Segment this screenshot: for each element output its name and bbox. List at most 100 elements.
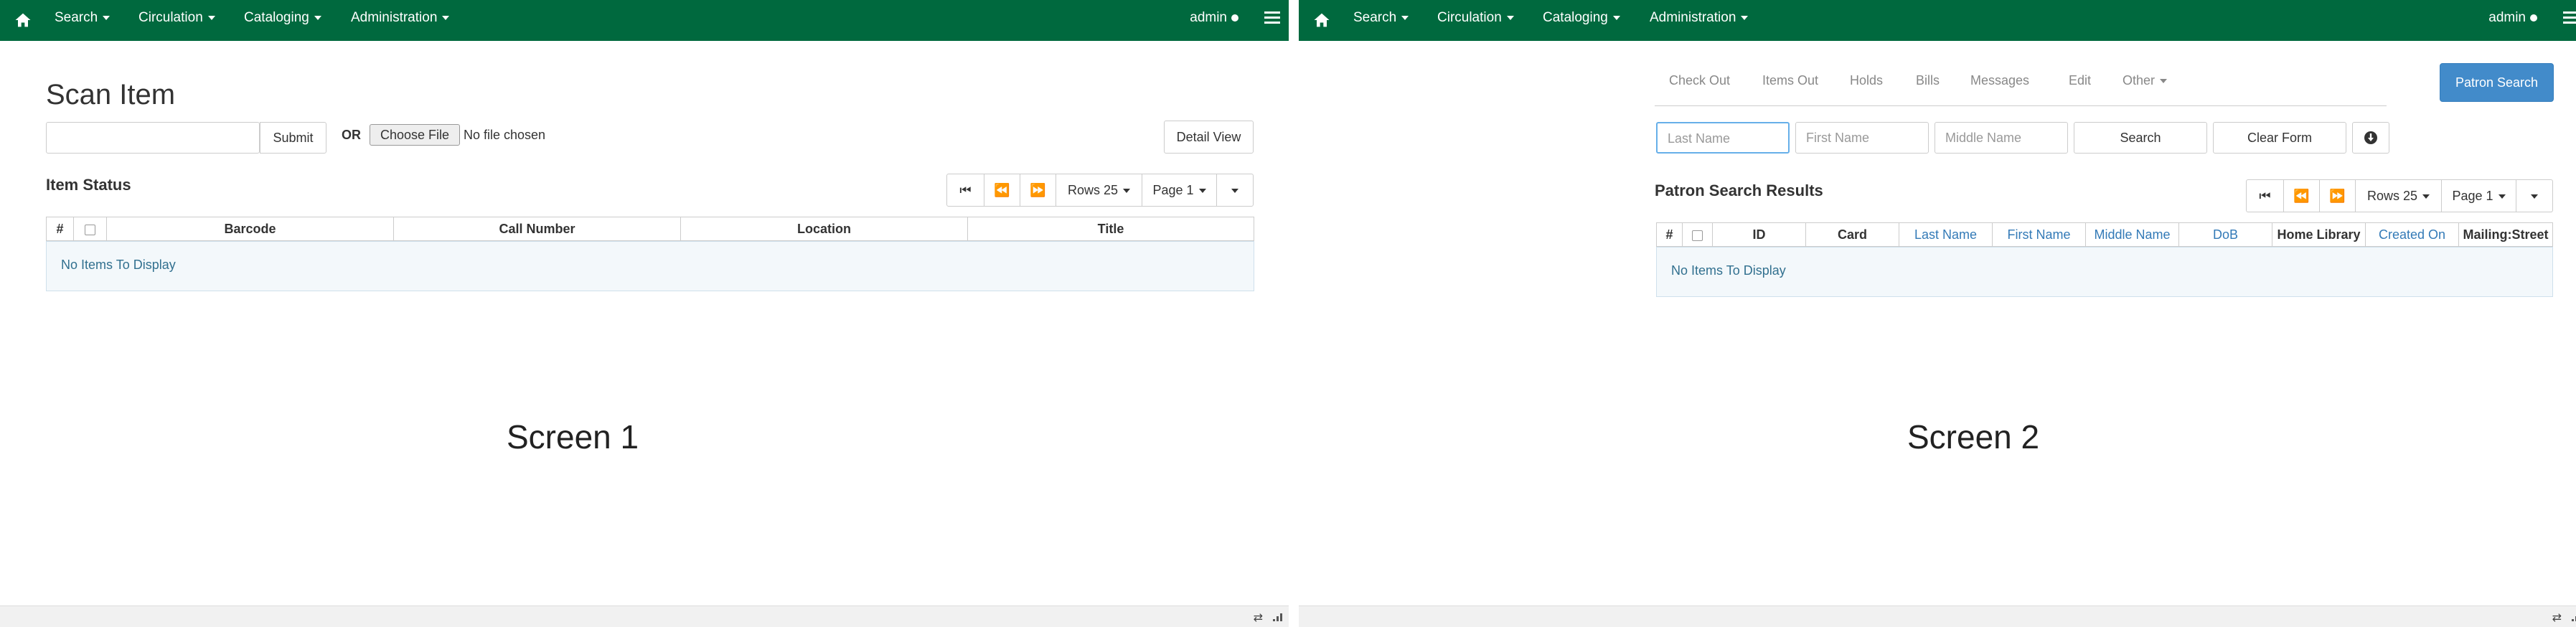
grid-body: No Items To Display — [1656, 247, 2553, 297]
column-dob[interactable]: DoB — [2179, 223, 2272, 246]
prev-page-icon[interactable]: ⏪ — [984, 174, 1020, 206]
navbar: Search Circulation Cataloging Administra… — [1299, 0, 2576, 41]
caret-down-icon — [442, 15, 450, 20]
caret-down-icon — [1612, 15, 1620, 20]
select-all-checkbox[interactable] — [1692, 230, 1703, 241]
tab-items-out[interactable]: Items Out — [1762, 73, 1818, 88]
caret-down-icon — [1741, 15, 1749, 20]
tab-bills[interactable]: Bills — [1916, 73, 1940, 88]
file-status: No file chosen — [464, 128, 546, 142]
column-last-name[interactable]: Last Name — [1899, 223, 1993, 246]
select-all-checkbox[interactable] — [85, 224, 95, 235]
resize-grip-icon[interactable] — [1273, 612, 1283, 622]
first-page-icon[interactable]: ⏮ — [2247, 180, 2284, 212]
status-bar: ⇄ — [0, 605, 1289, 627]
next-page-icon[interactable]: ⏩ — [1020, 174, 1056, 206]
nav-cataloging[interactable]: Cataloging — [1543, 0, 1620, 41]
nav-administration[interactable]: Administration — [1650, 0, 1749, 41]
screen-1: Search Circulation Cataloging Administra… — [0, 0, 1289, 627]
screen-label: Screen 2 — [1907, 418, 2040, 456]
grid-body: No Items To Display — [46, 241, 1254, 291]
or-label: OR — [342, 128, 361, 142]
home-icon[interactable] — [1312, 10, 1332, 30]
column-id[interactable]: ID — [1713, 223, 1806, 246]
first-page-icon[interactable]: ⏮ — [947, 174, 984, 206]
detail-view-button[interactable]: Detail View — [1164, 121, 1254, 154]
caret-down-icon — [207, 15, 215, 20]
info-icon — [2364, 131, 2377, 144]
caret-down-icon — [2160, 79, 2168, 84]
user-menu[interactable]: admin — [2488, 0, 2537, 36]
statusbar-arrows-icon[interactable]: ⇄ — [1254, 610, 1263, 625]
column-created-on[interactable]: Created On — [2366, 223, 2459, 246]
column-mailing-street[interactable]: Mailing:Street — [2459, 223, 2552, 246]
submit-button[interactable]: Submit — [260, 122, 326, 154]
page-selector[interactable]: Page 1 — [1142, 174, 1217, 206]
caret-down-icon — [1506, 15, 1514, 20]
menu-icon[interactable] — [1264, 11, 1280, 26]
column-first-name[interactable]: First Name — [1993, 223, 2086, 246]
nav-search[interactable]: Search — [1353, 0, 1409, 41]
navbar: Search Circulation Cataloging Administra… — [0, 0, 1289, 41]
tab-edit[interactable]: Edit — [2069, 73, 2091, 88]
grid-actions-dropdown[interactable] — [2516, 180, 2552, 212]
status-bar: ⇄ — [1299, 605, 2576, 627]
nav-circulation[interactable]: Circulation — [138, 0, 215, 41]
user-status-icon — [2530, 14, 2537, 22]
last-name-input[interactable]: Last Name — [1656, 122, 1790, 154]
column-select-all[interactable] — [74, 217, 107, 240]
column-card[interactable]: Card — [1806, 223, 1899, 246]
first-name-input[interactable]: First Name — [1795, 122, 1929, 154]
menu-icon[interactable] — [2563, 11, 2576, 26]
clear-form-button[interactable]: Clear Form — [2213, 122, 2346, 154]
page-selector[interactable]: Page 1 — [2442, 180, 2516, 212]
tab-holds[interactable]: Holds — [1850, 73, 1883, 88]
column-barcode[interactable]: Barcode — [107, 217, 394, 240]
rows-selector[interactable]: Rows 25 — [1056, 174, 1142, 206]
tab-messages[interactable]: Messages — [1970, 73, 2029, 88]
choose-file-button[interactable]: Choose File — [370, 124, 460, 146]
tab-other[interactable]: Other — [2123, 73, 2168, 88]
prev-page-icon[interactable]: ⏪ — [2284, 180, 2320, 212]
search-button[interactable]: Search — [2074, 122, 2207, 154]
patron-tabs: Check Out Items Out Holds Bills Messages… — [1655, 66, 2387, 106]
pager: ⏮ ⏪ ⏩ Rows 25 Page 1 — [946, 174, 1254, 207]
statusbar-arrows-icon[interactable]: ⇄ — [2552, 610, 2562, 625]
grid-header: # Barcode Call Number Location Title — [46, 217, 1254, 241]
caret-down-icon — [103, 15, 111, 20]
nav-cataloging[interactable]: Cataloging — [244, 0, 321, 41]
nav-administration[interactable]: Administration — [351, 0, 450, 41]
column-call-number[interactable]: Call Number — [394, 217, 681, 240]
tab-check-out[interactable]: Check Out — [1669, 73, 1730, 88]
next-page-icon[interactable]: ⏩ — [2320, 180, 2356, 212]
grid-actions-dropdown[interactable] — [1217, 174, 1253, 206]
middle-name-input[interactable]: Middle Name — [1935, 122, 2068, 154]
nav-circulation[interactable]: Circulation — [1437, 0, 1514, 41]
user-menu[interactable]: admin — [1190, 0, 1238, 36]
screen-divider — [1289, 0, 1299, 627]
home-icon[interactable] — [13, 10, 33, 30]
search-options-button[interactable] — [2352, 122, 2389, 154]
empty-message: No Items To Display — [1671, 263, 1786, 278]
column-middle-name[interactable]: Middle Name — [2086, 223, 2179, 246]
caret-down-icon — [1231, 189, 1238, 194]
column-home-library[interactable]: Home Library — [2272, 223, 2366, 246]
barcode-input[interactable] — [46, 122, 260, 154]
column-index: # — [47, 217, 74, 240]
page-title: Scan Item — [46, 79, 176, 110]
nav-search[interactable]: Search — [55, 0, 111, 41]
screen-label: Screen 1 — [507, 418, 639, 456]
screen-2: Search Circulation Cataloging Administra… — [1299, 0, 2576, 627]
section-title: Patron Search Results — [1655, 182, 1823, 199]
column-location[interactable]: Location — [681, 217, 968, 240]
rows-selector[interactable]: Rows 25 — [2356, 180, 2442, 212]
caret-down-icon — [314, 15, 321, 20]
patron-search-button[interactable]: Patron Search — [2440, 63, 2554, 102]
empty-message: No Items To Display — [61, 258, 176, 272]
column-index: # — [1657, 223, 1683, 246]
grid-header: # ID Card Last Name First Name Middle Na… — [1656, 222, 2553, 247]
column-title[interactable]: Title — [968, 217, 1254, 240]
column-select-all[interactable] — [1683, 223, 1713, 246]
caret-down-icon — [2531, 194, 2538, 199]
resize-grip-icon[interactable] — [2572, 612, 2576, 622]
